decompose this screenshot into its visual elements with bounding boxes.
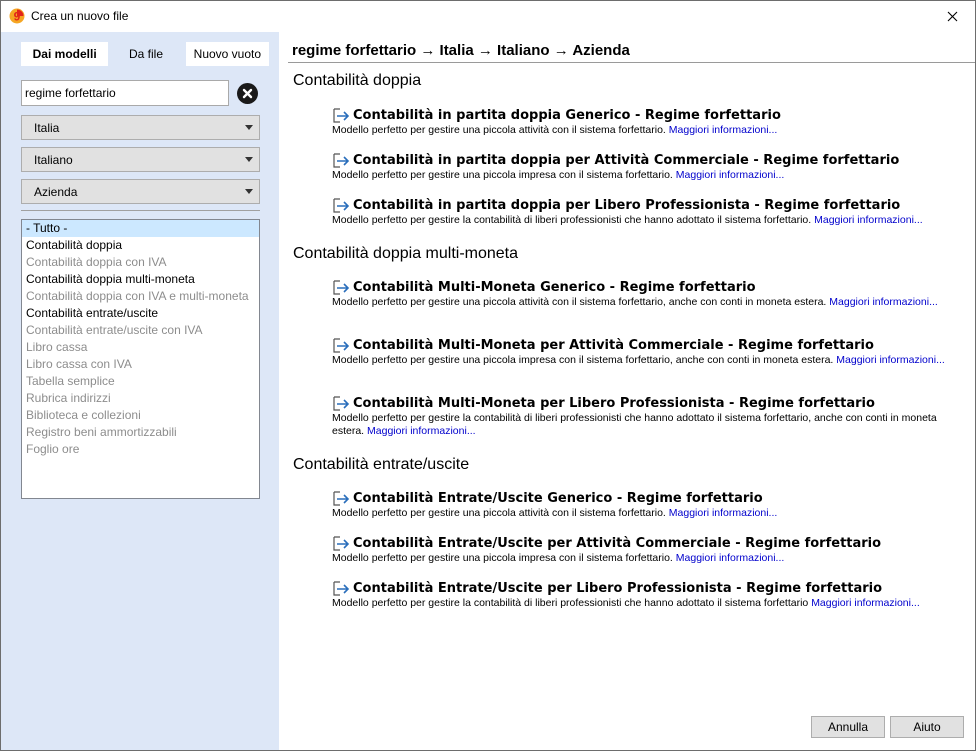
template-title[interactable]: Contabilità Entrate/Uscite per Attività … — [353, 536, 881, 551]
template-description: Modello perfetto per gestire una piccola… — [332, 507, 666, 519]
title-bar: 9 Crea un nuovo file — [1, 1, 975, 32]
template-title[interactable]: Contabilità Multi-Moneta per Attività Co… — [353, 338, 874, 353]
open-template-icon — [333, 396, 350, 411]
country-select-value: Italia — [34, 121, 60, 135]
template-description: Modello perfetto per gestire una piccola… — [332, 296, 827, 308]
template-item[interactable]: Contabilità Entrate/Uscite per Libero Pr… — [332, 581, 964, 610]
category-item[interactable]: Contabilità entrate/uscite con IVA — [22, 322, 259, 339]
template-item[interactable]: Contabilità Multi-Moneta per Libero Prof… — [332, 396, 964, 438]
clear-icon — [242, 88, 253, 99]
open-template-icon — [333, 198, 350, 213]
category-item[interactable]: Tabella semplice — [22, 373, 259, 390]
category-item[interactable]: Contabilità doppia multi-moneta — [22, 271, 259, 288]
template-item[interactable]: Contabilità Multi-Moneta per Attività Co… — [332, 338, 964, 367]
open-template-icon — [333, 108, 350, 123]
left-panel: Dai modelli Da file Nuovo vuoto Italia I… — [1, 32, 279, 750]
category-list[interactable]: - Tutto - Contabilità doppia Contabilità… — [21, 219, 260, 499]
template-description: Modello perfetto per gestire una piccola… — [332, 552, 673, 564]
window-title: Crea un nuovo file — [31, 9, 129, 23]
open-template-icon — [333, 536, 350, 551]
search-box — [21, 80, 229, 106]
template-description: Modello perfetto per gestire la contabil… — [332, 597, 809, 609]
chevron-down-icon — [245, 157, 253, 162]
country-select[interactable]: Italia — [21, 115, 260, 140]
type-select[interactable]: Azienda — [21, 179, 260, 204]
cancel-button[interactable]: Annulla — [811, 716, 885, 738]
template-item[interactable]: Contabilità Multi-Moneta Generico - Regi… — [332, 280, 964, 309]
tab-nuovo-vuoto[interactable]: Nuovo vuoto — [185, 42, 270, 66]
category-item[interactable]: Libro cassa — [22, 339, 259, 356]
tab-da-file[interactable]: Da file — [108, 42, 183, 66]
template-title[interactable]: Contabilità Entrate/Uscite Generico - Re… — [353, 491, 763, 506]
more-info-link[interactable]: Maggiori informazioni... — [676, 169, 785, 181]
source-tabs: Dai modelli Da file Nuovo vuoto — [21, 42, 270, 66]
category-item-tutto[interactable]: - Tutto - — [22, 220, 259, 237]
type-select-value: Azienda — [34, 185, 78, 199]
close-window-button[interactable] — [929, 1, 975, 32]
chevron-down-icon — [245, 189, 253, 194]
template-title[interactable]: Contabilità in partita doppia Generico -… — [353, 108, 781, 123]
template-item[interactable]: Contabilità in partita doppia Generico -… — [332, 108, 964, 137]
category-item[interactable]: Rubrica indirizzi — [22, 390, 259, 407]
category-item[interactable]: Biblioteca e collezioni — [22, 407, 259, 424]
category-item[interactable]: Registro beni ammortizzabili — [22, 424, 259, 441]
close-icon — [947, 11, 957, 22]
more-info-link[interactable]: Maggiori informazioni... — [814, 214, 923, 226]
chevron-down-icon — [245, 125, 253, 130]
template-description: Modello perfetto per gestire la contabil… — [332, 214, 812, 226]
category-item[interactable]: Foglio ore — [22, 441, 259, 458]
open-template-icon — [333, 338, 350, 353]
template-panel: regime forfettario → Italia → Italiano →… — [279, 32, 975, 750]
help-button[interactable]: Aiuto — [890, 716, 964, 738]
section-title: Contabilità doppia multi-moneta — [293, 245, 519, 262]
more-info-link[interactable]: Maggiori informazioni... — [669, 124, 778, 136]
category-item[interactable]: Libro cassa con IVA — [22, 356, 259, 373]
more-info-link[interactable]: Maggiori informazioni... — [676, 552, 785, 564]
search-input[interactable] — [22, 81, 228, 105]
dialog-window: 9 Crea un nuovo file Dai modelli Da file… — [0, 0, 976, 751]
divider — [288, 62, 975, 63]
category-item[interactable]: Contabilità entrate/uscite — [22, 305, 259, 322]
more-info-link[interactable]: Maggiori informazioni... — [836, 354, 945, 366]
open-template-icon — [333, 491, 350, 506]
open-template-icon — [333, 280, 350, 295]
svg-text:9: 9 — [14, 10, 21, 24]
template-item[interactable]: Contabilità in partita doppia per Attivi… — [332, 153, 964, 182]
open-template-icon — [333, 581, 350, 596]
more-info-link[interactable]: Maggiori informazioni... — [669, 507, 778, 519]
template-title[interactable]: Contabilità Entrate/Uscite per Libero Pr… — [353, 581, 882, 596]
category-item[interactable]: Contabilità doppia con IVA — [22, 254, 259, 271]
clear-search-button[interactable] — [237, 83, 258, 104]
category-item[interactable]: Contabilità doppia con IVA e multi-monet… — [22, 288, 259, 305]
category-item[interactable]: Contabilità doppia — [22, 237, 259, 254]
more-info-link[interactable]: Maggiori informazioni... — [811, 597, 920, 609]
more-info-link[interactable]: Maggiori informazioni... — [829, 296, 938, 308]
template-description: Modello perfetto per gestire una piccola… — [332, 169, 673, 181]
template-title[interactable]: Contabilità Multi-Moneta per Libero Prof… — [353, 396, 875, 411]
template-item[interactable]: Contabilità in partita doppia per Libero… — [332, 198, 964, 227]
section-title: Contabilità entrate/uscite — [293, 456, 470, 473]
tab-dai-modelli[interactable]: Dai modelli — [21, 42, 109, 66]
breadcrumb: regime forfettario → Italia → Italiano →… — [292, 42, 630, 59]
section-title: Contabilità doppia — [293, 72, 422, 89]
template-description: Modello perfetto per gestire una piccola… — [332, 124, 666, 136]
template-title[interactable]: Contabilità in partita doppia per Attivi… — [353, 153, 899, 168]
template-title[interactable]: Contabilità Multi-Moneta Generico - Regi… — [353, 280, 756, 295]
template-item[interactable]: Contabilità Entrate/Uscite per Attività … — [332, 536, 964, 565]
template-item[interactable]: Contabilità Entrate/Uscite Generico - Re… — [332, 491, 964, 520]
more-info-link[interactable]: Maggiori informazioni... — [367, 425, 476, 437]
language-select-value: Italiano — [34, 153, 73, 167]
divider — [21, 210, 260, 211]
open-template-icon — [333, 153, 350, 168]
template-title[interactable]: Contabilità in partita doppia per Libero… — [353, 198, 900, 213]
app-logo-icon: 9 — [9, 8, 25, 24]
template-description: Modello perfetto per gestire una piccola… — [332, 354, 834, 366]
language-select[interactable]: Italiano — [21, 147, 260, 172]
